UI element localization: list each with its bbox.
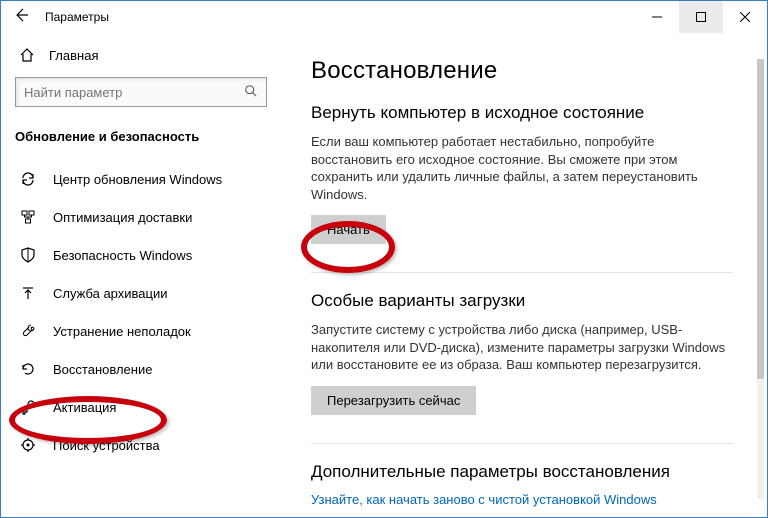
sidebar-item-label: Восстановление — [53, 362, 152, 377]
restart-now-button[interactable]: Перезагрузить сейчас — [311, 386, 476, 415]
sidebar-item-find-device[interactable]: Поиск устройства — [1, 426, 279, 464]
window-title: Параметры — [41, 10, 109, 24]
divider — [311, 272, 733, 273]
sidebar-item-label: Безопасность Windows — [53, 248, 192, 263]
scrollbar-thumb[interactable] — [757, 59, 764, 379]
section-more-title: Дополнительные параметры восстановления — [311, 462, 733, 482]
sidebar-item-windows-update[interactable]: Центр обновления Windows — [1, 160, 279, 198]
sidebar-item-label: Оптимизация доставки — [53, 210, 192, 225]
reset-start-button[interactable]: Начать — [311, 215, 386, 244]
search-input-container[interactable] — [15, 77, 267, 107]
sidebar-item-delivery-optimization[interactable]: Оптимизация доставки — [1, 198, 279, 236]
main-content: Восстановление Вернуть компьютер в исход… — [279, 33, 767, 517]
home-label: Главная — [49, 48, 98, 63]
sidebar-item-label: Служба архивации — [53, 286, 168, 301]
sidebar-item-recovery[interactable]: Восстановление — [1, 350, 279, 388]
section-advancedstartup-desc: Запустите систему с устройства либо диск… — [311, 321, 731, 374]
fresh-start-link[interactable]: Узнайте, как начать заново с чистой уста… — [311, 492, 733, 507]
search-input[interactable] — [24, 85, 244, 100]
divider — [311, 443, 733, 444]
section-reset-desc: Если ваш компьютер работает нестабильно,… — [311, 133, 731, 203]
sidebar-nav: Центр обновления Windows Оптимизация дос… — [1, 156, 279, 464]
network-icon — [19, 208, 37, 226]
maximize-button[interactable] — [679, 1, 723, 33]
shield-icon — [19, 246, 37, 264]
sidebar-item-windows-security[interactable]: Безопасность Windows — [1, 236, 279, 274]
sidebar-group-title: Обновление и безопасность — [1, 121, 279, 156]
section-reset-title: Вернуть компьютер в исходное состояние — [311, 103, 733, 123]
close-button[interactable] — [723, 1, 767, 33]
search-icon — [244, 84, 258, 101]
sidebar: Главная Обновление и безопасность Центр … — [1, 33, 279, 517]
scrollbar[interactable] — [757, 59, 764, 499]
minimize-button[interactable] — [635, 1, 679, 33]
sidebar-item-label: Активация — [53, 400, 116, 415]
page-title: Восстановление — [311, 57, 733, 85]
back-button[interactable] — [1, 7, 41, 28]
sidebar-item-activation[interactable]: Активация — [1, 388, 279, 426]
section-advancedstartup-title: Особые варианты загрузки — [311, 291, 733, 311]
sidebar-item-backup[interactable]: Служба архивации — [1, 274, 279, 312]
backup-icon — [19, 284, 37, 302]
sidebar-item-label: Устранение неполадок — [53, 324, 191, 339]
sidebar-item-label: Центр обновления Windows — [53, 172, 222, 187]
sync-icon — [19, 170, 37, 188]
key-icon — [19, 398, 37, 416]
home-icon — [19, 47, 35, 63]
sidebar-item-home[interactable]: Главная — [1, 41, 279, 73]
recovery-icon — [19, 360, 37, 378]
maximize-icon — [696, 12, 706, 22]
close-icon — [740, 12, 750, 22]
titlebar: Параметры — [1, 1, 767, 33]
sidebar-item-troubleshoot[interactable]: Устранение неполадок — [1, 312, 279, 350]
minimize-icon — [652, 12, 662, 22]
locate-icon — [19, 436, 37, 454]
sidebar-item-label: Поиск устройства — [53, 438, 160, 453]
arrow-left-icon — [13, 7, 29, 23]
wrench-icon — [19, 322, 37, 340]
